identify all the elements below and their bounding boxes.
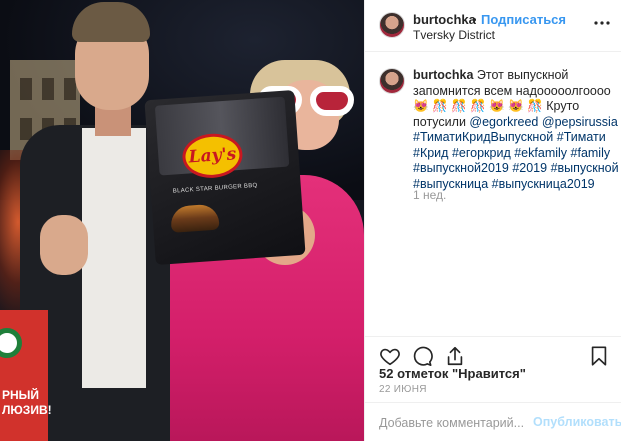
bookmark-icon[interactable] xyxy=(588,345,610,367)
banner-text: РНЫЙ ЛЮЗИВ! xyxy=(2,388,52,417)
post-photo[interactable]: Lay's BLACK STAR BURGER BBQ РНЫЙ ЛЮЗИВ! xyxy=(0,0,364,441)
caption-avatar[interactable] xyxy=(379,68,405,94)
header-separator: • xyxy=(472,12,477,27)
lays-logo-text: Lay's xyxy=(188,144,237,168)
more-horizontal-icon[interactable] xyxy=(593,14,611,32)
hashtag-link[interactable]: #family xyxy=(571,146,611,160)
heart-icon[interactable] xyxy=(379,345,401,367)
hashtag-link[interactable]: #выпускница2019 xyxy=(492,177,595,191)
header-username[interactable]: burtochka xyxy=(413,12,476,27)
comment-icon[interactable] xyxy=(411,345,433,367)
mention-link[interactable]: @pepsirussia xyxy=(542,115,618,129)
publish-button[interactable]: Опубликовать xyxy=(533,415,621,429)
sunglasses-lens-right xyxy=(310,86,354,116)
man-shirt xyxy=(82,128,146,388)
caption-username[interactable]: burtochka xyxy=(413,68,473,82)
hashtag-link[interactable]: #выпускной2019 xyxy=(413,161,509,175)
hashtag-link[interactable]: #ekfamily xyxy=(514,146,567,160)
caption-time[interactable]: 1 нед. xyxy=(413,188,446,202)
post-side-panel: burtochka • Подписаться Tversky District… xyxy=(364,0,621,441)
caption-emoji: 😻 🎊 🎊 🎊 😻 😻 🎊 xyxy=(413,99,543,113)
pyaterochka-logo xyxy=(0,328,22,358)
post-date[interactable]: 22 ИЮНЯ xyxy=(379,384,427,395)
hashtag-link[interactable]: #ТиматиКридВыпускной xyxy=(413,130,553,144)
man-hair xyxy=(72,2,150,42)
man-hand xyxy=(40,215,88,275)
pepsi-banner: РНЫЙ ЛЮЗИВ! xyxy=(0,310,52,441)
caption-text: burtochka Этот выпускной запомнится всем… xyxy=(413,68,619,192)
share-icon[interactable] xyxy=(444,345,466,367)
hashtag-link[interactable]: #Тимати xyxy=(557,130,606,144)
comment-bar: Опубликовать xyxy=(365,402,621,441)
burger-image xyxy=(169,203,220,233)
chips-pack: Lay's BLACK STAR BURGER BBQ xyxy=(144,89,306,266)
comment-input[interactable] xyxy=(379,413,529,433)
hashtag-link[interactable]: #выпускной xyxy=(551,161,619,175)
location-link[interactable]: Tversky District xyxy=(413,28,495,42)
hashtag-link[interactable]: #Крид xyxy=(413,146,448,160)
mention-link[interactable]: @egorkreed xyxy=(469,115,538,129)
post-header: burtochka • Подписаться Tversky District xyxy=(365,0,621,52)
pack-flavor-text: BLACK STAR BURGER BBQ xyxy=(172,182,258,195)
action-bar xyxy=(365,336,621,368)
instagram-post: Lay's BLACK STAR BURGER BBQ РНЫЙ ЛЮЗИВ! … xyxy=(0,0,621,441)
follow-button[interactable]: Подписаться xyxy=(481,12,566,27)
hashtag-link[interactable]: #2019 xyxy=(512,161,547,175)
user-avatar[interactable] xyxy=(379,12,405,38)
likes-count[interactable]: 52 отметок "Нравится" xyxy=(379,366,526,381)
hashtag-link[interactable]: #егоркрид xyxy=(452,146,511,160)
